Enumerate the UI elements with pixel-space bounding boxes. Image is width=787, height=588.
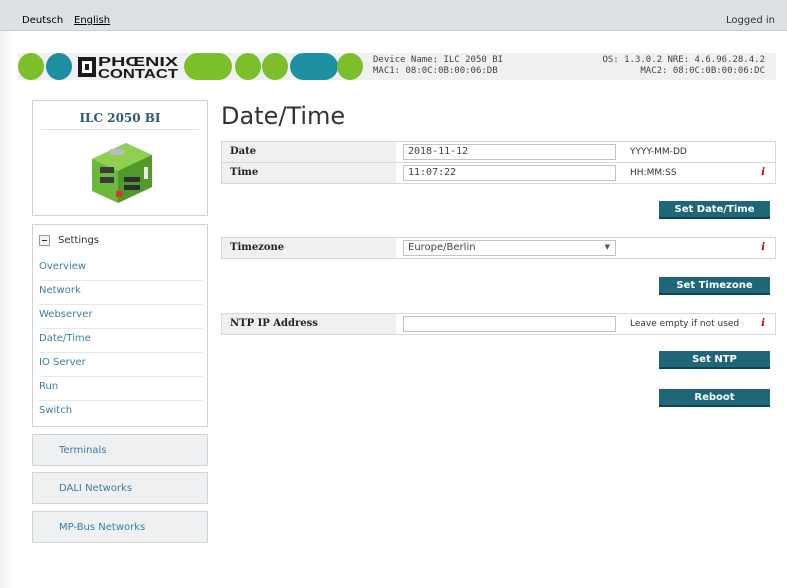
collapse-icon[interactable] — [39, 234, 50, 246]
time-format-hint: HH:MM:SS — [630, 168, 677, 178]
mac2-text: MAC2: 08:0C:0B:00:06:DC — [640, 66, 765, 76]
timezone-selected-value: Europe/Berlin — [408, 242, 476, 253]
language-english-link[interactable]: English — [74, 15, 110, 26]
device-info-left: Device Name: ILC 2050 BI MAC1: 08:0C:0B:… — [373, 55, 503, 77]
page-title: Date/Time — [221, 102, 346, 130]
ntp-hint: Leave empty if not used — [630, 319, 740, 329]
date-row: Date 2018-11-12 YYYY-MM-DD — [221, 141, 776, 163]
time-info-icon[interactable]: i — [761, 167, 765, 178]
timezone-label: Timezone — [222, 238, 396, 258]
top-bar: Deutsch English Logged in — [0, 0, 787, 31]
svg-text:CONTACT: CONTACT — [98, 67, 178, 80]
device-name-text: Device Name: ILC 2050 BI — [373, 55, 504, 65]
set-datetime-button[interactable]: Set Date/Time — [659, 201, 770, 219]
mac1-text: MAC1: 08:0C:0B:00:06:DB — [373, 66, 498, 76]
phoenix-contact-logo: PHŒNIX CONTACT — [18, 53, 363, 80]
sidebar-item-datetime[interactable]: Date/Time — [39, 329, 203, 353]
sidebar-item-run[interactable]: Run — [39, 377, 203, 401]
language-deutsch-link[interactable]: Deutsch — [22, 15, 63, 26]
time-label: Time — [222, 163, 396, 183]
set-timezone-button[interactable]: Set Timezone — [659, 277, 770, 295]
sidebar-item-switch[interactable]: Switch — [39, 401, 203, 425]
sidebar-item-webserver[interactable]: Webserver — [39, 305, 203, 329]
sidebar-item-overview[interactable]: Overview — [39, 257, 203, 281]
ntp-ip-input[interactable] — [403, 316, 616, 332]
left-edge-strip — [0, 31, 14, 588]
ntp-info-icon[interactable]: i — [761, 318, 765, 329]
settings-label: Settings — [58, 234, 100, 246]
ntp-row: NTP IP Address Leave empty if not used i — [221, 313, 776, 335]
time-row: Time 11:07:22 HH:MM:SS i — [221, 162, 776, 184]
divider — [41, 129, 199, 130]
device-panel: ILC 2050 BI — [32, 100, 208, 216]
sidebar-group-terminals[interactable]: Terminals — [32, 434, 208, 466]
dropdown-arrow-icon: ▼ — [604, 243, 610, 251]
ntp-label: NTP IP Address — [222, 314, 396, 334]
date-input[interactable]: 2018-11-12 — [403, 144, 616, 160]
settings-header[interactable]: Settings — [39, 233, 99, 247]
set-ntp-button[interactable]: Set NTP — [659, 351, 770, 369]
device-info-right: OS: 1.3.0.2 NRE: 4.6.96.28.4.2 MAC2: 08:… — [602, 55, 765, 77]
timezone-select[interactable]: Europe/Berlin ▼ — [403, 240, 616, 256]
timezone-info-icon[interactable]: i — [761, 242, 765, 253]
device-title: ILC 2050 BI — [79, 111, 161, 125]
device-image — [92, 143, 152, 203]
os-info-text: OS: 1.3.0.2 NRE: 4.6.96.28.4.2 — [602, 55, 765, 65]
reboot-button[interactable]: Reboot — [659, 389, 770, 407]
settings-panel: Settings Overview Network Webserver Date… — [32, 224, 208, 427]
sidebar-group-mp-bus-networks[interactable]: MP-Bus Networks — [32, 511, 208, 543]
sidebar-item-io-server[interactable]: IO Server — [39, 353, 203, 377]
sidebar-item-network[interactable]: Network — [39, 281, 203, 305]
time-input[interactable]: 11:07:22 — [403, 165, 616, 181]
date-format-hint: YYYY-MM-DD — [630, 147, 687, 157]
sidebar-group-dali-networks[interactable]: DALI Networks — [32, 472, 208, 504]
date-label: Date — [222, 142, 396, 162]
timezone-row: Timezone Europe/Berlin ▼ i — [221, 237, 776, 259]
login-status: Logged in — [725, 15, 775, 26]
